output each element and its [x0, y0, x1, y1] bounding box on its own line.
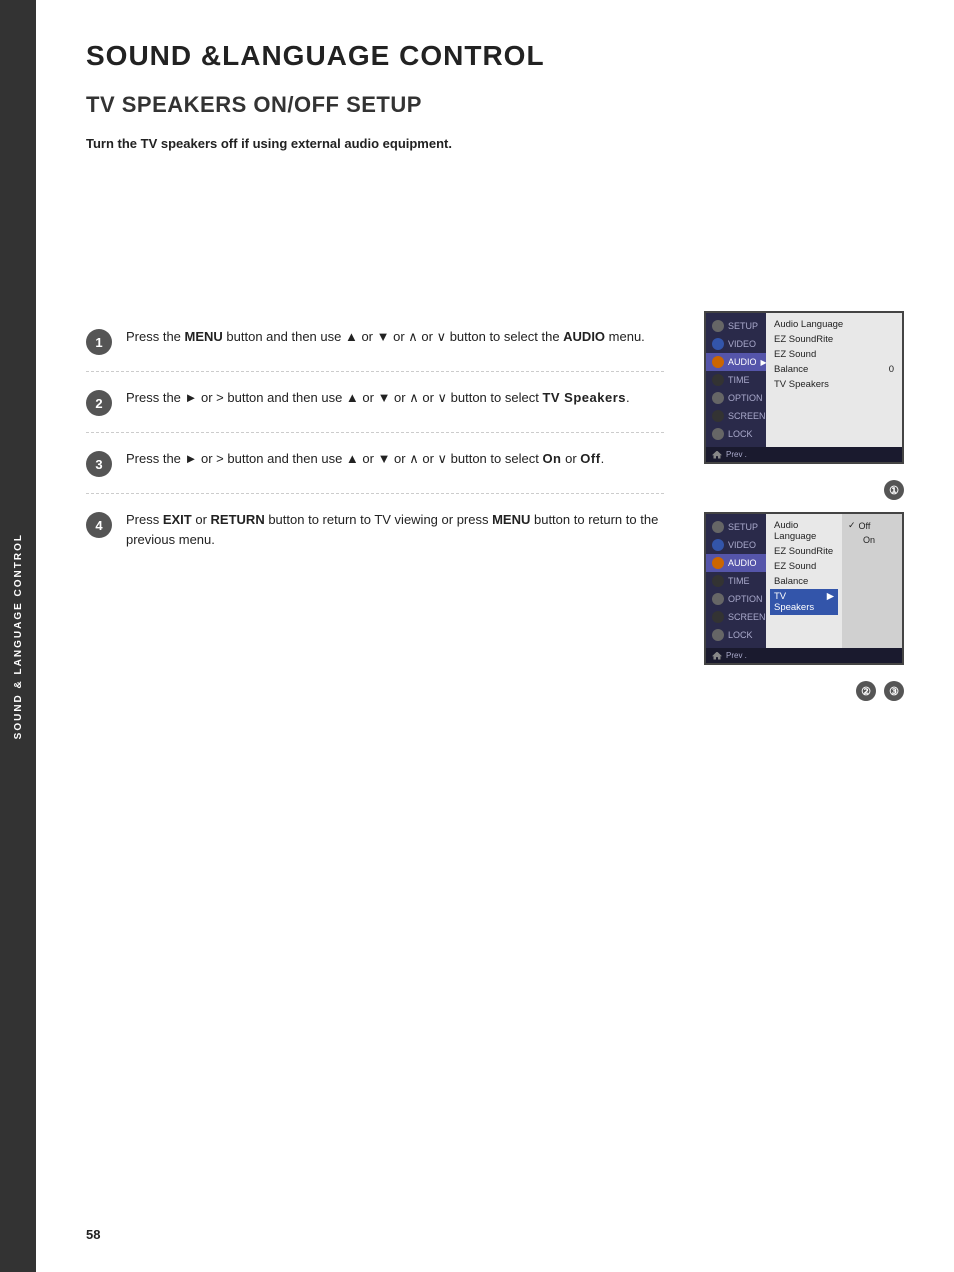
sub-right-ez-soundrite: EZ SoundRite [774, 544, 834, 559]
section-title: TV SPEAKERS ON/OFF SETUP [86, 92, 904, 118]
right-tv-speakers: TV Speakers [774, 377, 894, 392]
tv-sub-right-outer: Audio Language EZ SoundRite EZ Sound Bal… [766, 514, 902, 648]
check-icon: ✓ [848, 520, 856, 531]
step-1-text: Press the MENU button and then use ▲ or … [126, 327, 645, 347]
sub-audio: AUDIO [706, 554, 766, 572]
sub-time-icon [712, 575, 724, 587]
tv-screen-1-footer: Prev . [706, 447, 902, 462]
audio-keyword: AUDIO [563, 329, 605, 344]
sub-lock: LOCK [706, 626, 766, 644]
screen-1-indicator: ① [884, 480, 904, 500]
step-2: 2 Press the ► or > button and then use ▲… [86, 372, 664, 433]
sub-setup: SETUP [706, 518, 766, 536]
menu-left-time: TIME [706, 371, 766, 389]
sub-right-tv-speakers: TV Speakers▶ [770, 589, 838, 615]
step-2-number: 2 [86, 390, 112, 416]
screen-2-indicators: ② ③ [856, 681, 904, 701]
sub-right-balance: Balance [774, 574, 834, 589]
tv-sub-submenu: ✓Off On [842, 514, 902, 648]
step-4: 4 Press EXIT or RETURN button to return … [86, 494, 664, 566]
step-4-text: Press EXIT or RETURN button to return to… [126, 510, 664, 550]
screen-icon [712, 410, 724, 422]
sub-off: ✓Off [848, 518, 896, 533]
sub-on: On [848, 533, 896, 547]
tv-menu-right-1: Audio Language EZ SoundRite EZ Sound Bal… [766, 313, 902, 447]
step-2-text: Press the ► or > button and then use ▲ o… [126, 388, 630, 408]
step-1: 1 Press the MENU button and then use ▲ o… [86, 311, 664, 372]
sub-screen-icon [712, 611, 724, 623]
option-icon [712, 392, 724, 404]
step-3-text: Press the ► or > button and then use ▲ o… [126, 449, 604, 469]
indicator-2: ② [856, 681, 876, 701]
sub-setup-icon [712, 521, 724, 533]
sub-screen: SCREEN [706, 608, 766, 626]
tv-screen-1: SETUP VIDEO AUDIO▶ TIME OPTION SCREEN LO… [704, 311, 904, 464]
steps-column: 1 Press the MENU button and then use ▲ o… [86, 311, 664, 566]
lock-icon [712, 428, 724, 440]
on-keyword: On [542, 451, 561, 466]
menu-left-lock: LOCK [706, 425, 766, 443]
indicator-1: ① [884, 480, 904, 500]
main-content: SOUND &LANGUAGE CONTROL TV SPEAKERS ON/O… [36, 0, 954, 1272]
menu-keyword-2: MENU [492, 512, 530, 527]
sub-option-icon [712, 593, 724, 605]
menu-left-video: VIDEO [706, 335, 766, 353]
sidebar: SOUND & LANGUAGE CONTROL [0, 0, 36, 1272]
sub-lock-icon [712, 629, 724, 641]
video-icon [712, 338, 724, 350]
sub-video: VIDEO [706, 536, 766, 554]
home-icon [712, 451, 722, 459]
setup-icon [712, 320, 724, 332]
off-keyword: Off [580, 451, 600, 466]
step-3: 3 Press the ► or > button and then use ▲… [86, 433, 664, 494]
menu-left-option: OPTION [706, 389, 766, 407]
step-4-number: 4 [86, 512, 112, 538]
tv-speakers-keyword: TV Speakers [542, 390, 626, 405]
screens-column: SETUP VIDEO AUDIO▶ TIME OPTION SCREEN LO… [694, 311, 904, 701]
footer-text-1: Prev . [726, 450, 747, 459]
home-icon-2 [712, 652, 722, 660]
sub-video-icon [712, 539, 724, 551]
menu-left-screen: SCREEN [706, 407, 766, 425]
indicator-3: ③ [884, 681, 904, 701]
tv-screen-1-inner: SETUP VIDEO AUDIO▶ TIME OPTION SCREEN LO… [706, 313, 902, 447]
return-keyword: RETURN [211, 512, 265, 527]
sub-right-audio-lang: Audio Language [774, 518, 834, 544]
right-ez-sound: EZ Sound [774, 347, 894, 362]
menu-left-setup: SETUP [706, 317, 766, 335]
sub-option: OPTION [706, 590, 766, 608]
sub-audio-icon [712, 557, 724, 569]
page-number: 58 [86, 1227, 100, 1242]
menu-left-audio: AUDIO▶ [706, 353, 766, 371]
step-3-number: 3 [86, 451, 112, 477]
step-1-number: 1 [86, 329, 112, 355]
sub-time: TIME [706, 572, 766, 590]
time-icon [712, 374, 724, 386]
intro-text: Turn the TV speakers off if using extern… [86, 136, 904, 151]
tv-sub-right: Audio Language EZ SoundRite EZ Sound Bal… [766, 514, 842, 648]
steps-and-screens: 1 Press the MENU button and then use ▲ o… [86, 311, 904, 701]
tv-menu-left-1: SETUP VIDEO AUDIO▶ TIME OPTION SCREEN LO… [706, 313, 766, 447]
exit-keyword: EXIT [163, 512, 192, 527]
tv-screen-2-inner: SETUP VIDEO AUDIO TIME OPTION SCREEN LOC… [706, 514, 902, 648]
right-audio-language: Audio Language [774, 317, 894, 332]
menu-keyword: MENU [185, 329, 223, 344]
sidebar-label: SOUND & LANGUAGE CONTROL [13, 533, 24, 739]
right-balance: Balance0 [774, 362, 894, 377]
page-title: SOUND &LANGUAGE CONTROL [86, 40, 904, 72]
audio-icon [712, 356, 724, 368]
right-ez-soundrite: EZ SoundRite [774, 332, 894, 347]
sub-right-ez-sound: EZ Sound [774, 559, 834, 574]
tv-screen-2-footer: Prev . [706, 648, 902, 663]
footer-text-2: Prev . [726, 651, 747, 660]
tv-sub-left: SETUP VIDEO AUDIO TIME OPTION SCREEN LOC… [706, 514, 766, 648]
tv-screen-2: SETUP VIDEO AUDIO TIME OPTION SCREEN LOC… [704, 512, 904, 665]
